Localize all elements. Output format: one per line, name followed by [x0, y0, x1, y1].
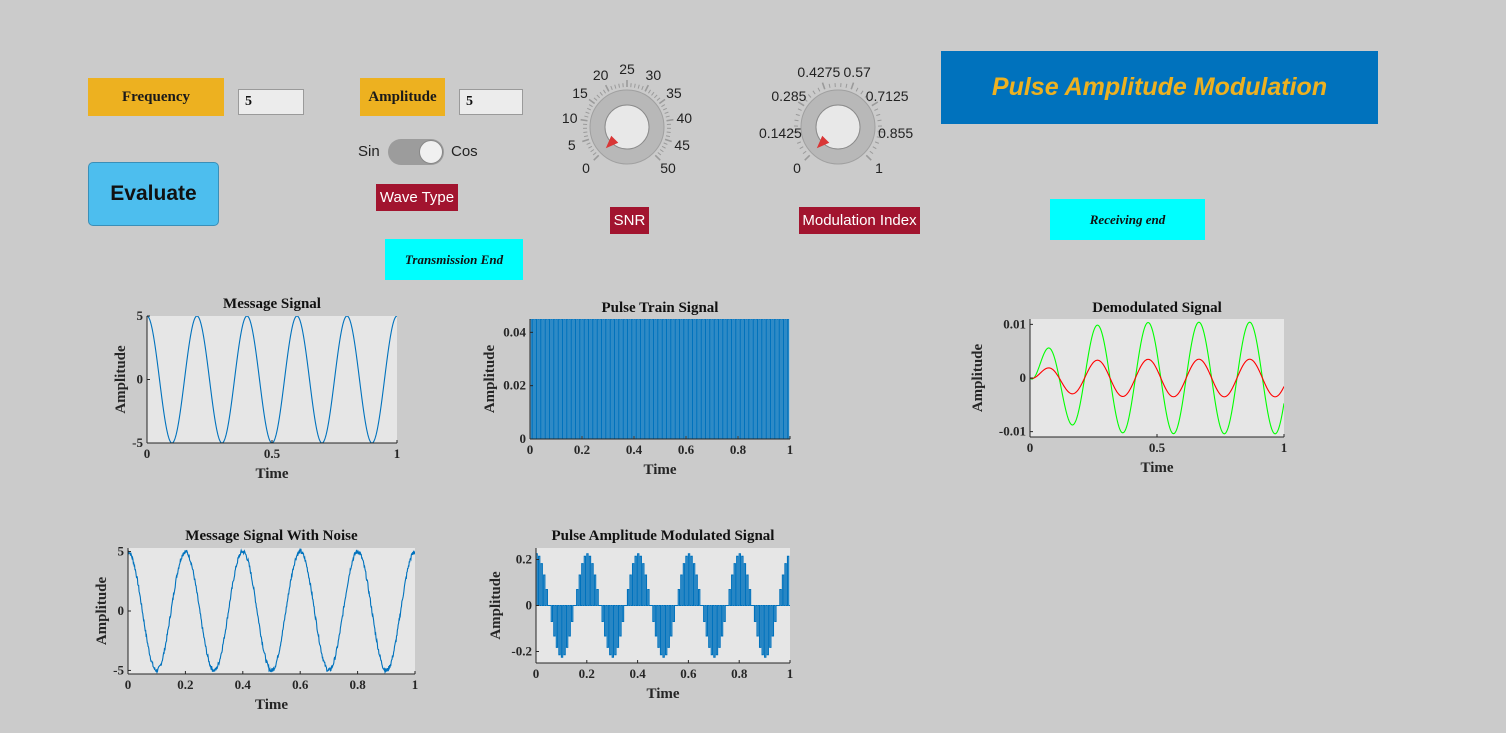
y-tick-label: 5 — [118, 544, 125, 559]
wave-type-switch[interactable] — [388, 139, 444, 165]
chart-title: Demodulated Signal — [1092, 300, 1222, 316]
y-axis-label: Amplitude — [970, 343, 986, 412]
x-tick-label: 0.4 — [629, 666, 646, 681]
x-tick-label: 0 — [527, 442, 534, 457]
x-tick-label: 0.6 — [680, 666, 697, 681]
y-tick-label: 0 — [118, 603, 125, 618]
noisy-message-chart: 0 0.2 0.4 0.6 0.8 1-505Message Signal With No… — [94, 528, 419, 713]
snr-tick-label: 20 — [592, 67, 609, 84]
y-tick-label: 5 — [137, 308, 144, 323]
mod-index-tick-label: 0.4275 — [797, 64, 841, 81]
x-tick-label: 1 — [394, 446, 401, 461]
x-tick-label: 0 — [533, 666, 540, 681]
chart-title: Message Signal — [223, 296, 321, 312]
wave-type-label: Wave Type — [376, 184, 458, 211]
snr-tick-label: 10 — [561, 109, 578, 126]
x-tick-label: 1 — [787, 442, 794, 457]
snr-tick-label: 15 — [572, 84, 588, 101]
x-tick-label: 0.5 — [264, 446, 281, 461]
x-tick-label: 1 — [1281, 440, 1288, 455]
mod-index-tick-labels: 0 0.1425 0.285 0.4275 0.57 0.7125 0.855 1 — [758, 55, 920, 190]
y-tick-label: 0 — [1020, 370, 1027, 385]
evaluate-button[interactable]: Evaluate — [88, 162, 219, 226]
demodulated-signal-chart: 0 0.5 1-0.0100.01Demodulated SignalTimeAmp… — [970, 300, 1288, 476]
amplitude-label: Amplitude — [360, 78, 445, 116]
x-tick-label: 0.2 — [579, 666, 595, 681]
x-axis-label: Time — [255, 466, 288, 482]
y-tick-label: 0.01 — [1003, 316, 1026, 331]
switch-thumb[interactable] — [419, 140, 443, 164]
snr-label: SNR — [610, 207, 649, 234]
snr-tick-label: 45 — [674, 136, 690, 153]
x-tick-label: 0.2 — [177, 677, 193, 692]
y-tick-label: 0.02 — [503, 378, 526, 393]
x-axis-label: Time — [1140, 460, 1173, 476]
mod-index-tick-label: 0.1425 — [758, 125, 802, 142]
mod-index-tick-label: 0.285 — [771, 88, 807, 105]
x-tick-label: 0.4 — [235, 677, 252, 692]
y-tick-label: 0 — [526, 598, 533, 613]
chart-title: Message Signal With Noise — [185, 528, 358, 544]
modulation-index-label: Modulation Index — [799, 207, 920, 234]
y-tick-label: 0.04 — [503, 324, 526, 339]
mod-index-tick-label: 0.57 — [843, 64, 871, 81]
x-tick-label: 0.8 — [731, 666, 748, 681]
switch-on-label: Cos — [451, 143, 478, 160]
snr-tick-label: 30 — [645, 67, 662, 84]
x-tick-label: 0 — [1027, 440, 1034, 455]
x-tick-label: 0.8 — [730, 442, 747, 457]
x-tick-label: 1 — [787, 666, 794, 681]
snr-tick-labels: 0 5 10 15 20 25 30 35 40 45 50 — [550, 55, 710, 190]
x-tick-label: 0 — [125, 677, 132, 692]
x-axis-label: Time — [643, 462, 676, 478]
mod-index-tick-label: 0 — [793, 160, 801, 176]
snr-tick-label: 40 — [676, 109, 693, 126]
y-tick-label: -0.2 — [511, 644, 532, 659]
mod-index-tick-label: 0.855 — [878, 125, 914, 142]
amplitude-input[interactable]: 5 — [459, 89, 523, 115]
y-tick-label: 0 — [137, 372, 144, 387]
x-tick-label: 0.6 — [678, 442, 695, 457]
y-tick-label: -0.01 — [999, 424, 1026, 439]
x-tick-label: 0.4 — [626, 442, 643, 457]
app-title: Pulse Amplitude Modulation — [941, 51, 1378, 124]
snr-tick-label: 5 — [567, 136, 576, 153]
mod-index-tick-label: 1 — [875, 160, 883, 176]
series-line — [530, 319, 790, 439]
x-tick-label: 0 — [144, 446, 151, 461]
x-tick-label: 1 — [412, 677, 419, 692]
x-tick-label: 0.8 — [349, 677, 366, 692]
x-tick-label: 0.2 — [574, 442, 590, 457]
mod-index-tick-label: 0.7125 — [865, 88, 909, 105]
pam-signal-chart: 0 0.2 0.4 0.6 0.8 1-0.200.2Pulse Amplitude Mo… — [488, 528, 794, 702]
frequency-label: Frequency — [88, 78, 224, 116]
snr-tick-label: 25 — [619, 61, 635, 77]
pulse-train-chart: 0 0.2 0.4 0.6 0.8 1 0 0.02 0.04 Pulse Train Signa… — [482, 300, 794, 478]
message-signal-chart: 0 0.5 1-505Message SignalTimeAmplitude — [113, 296, 401, 482]
x-tick-label: 0.6 — [292, 677, 309, 692]
y-tick-label: 0.2 — [516, 552, 532, 567]
snr-tick-label: 50 — [660, 160, 676, 176]
x-axis-label: Time — [255, 697, 288, 713]
receiving-end-label: Receiving end — [1050, 199, 1205, 240]
y-axis-label: Amplitude — [482, 344, 498, 413]
snr-tick-label: 0 — [582, 160, 590, 176]
y-axis-label: Amplitude — [488, 571, 504, 640]
transmission-end-label: Transmission End — [385, 239, 523, 280]
x-tick-label: 0.5 — [1149, 440, 1166, 455]
x-axis-label: Time — [646, 686, 679, 702]
y-axis-label: Amplitude — [94, 576, 110, 645]
chart-title: Pulse Train Signal — [602, 300, 719, 316]
switch-off-label: Sin — [358, 143, 380, 160]
frequency-input[interactable]: 5 — [238, 89, 304, 115]
y-tick-label: -5 — [113, 662, 124, 677]
snr-tick-label: 35 — [666, 84, 682, 101]
y-axis-label: Amplitude — [113, 345, 129, 414]
y-tick-label: 0 — [520, 431, 527, 446]
y-tick-label: -5 — [132, 435, 143, 450]
chart-title: Pulse Amplitude Modulated Signal — [552, 528, 775, 544]
